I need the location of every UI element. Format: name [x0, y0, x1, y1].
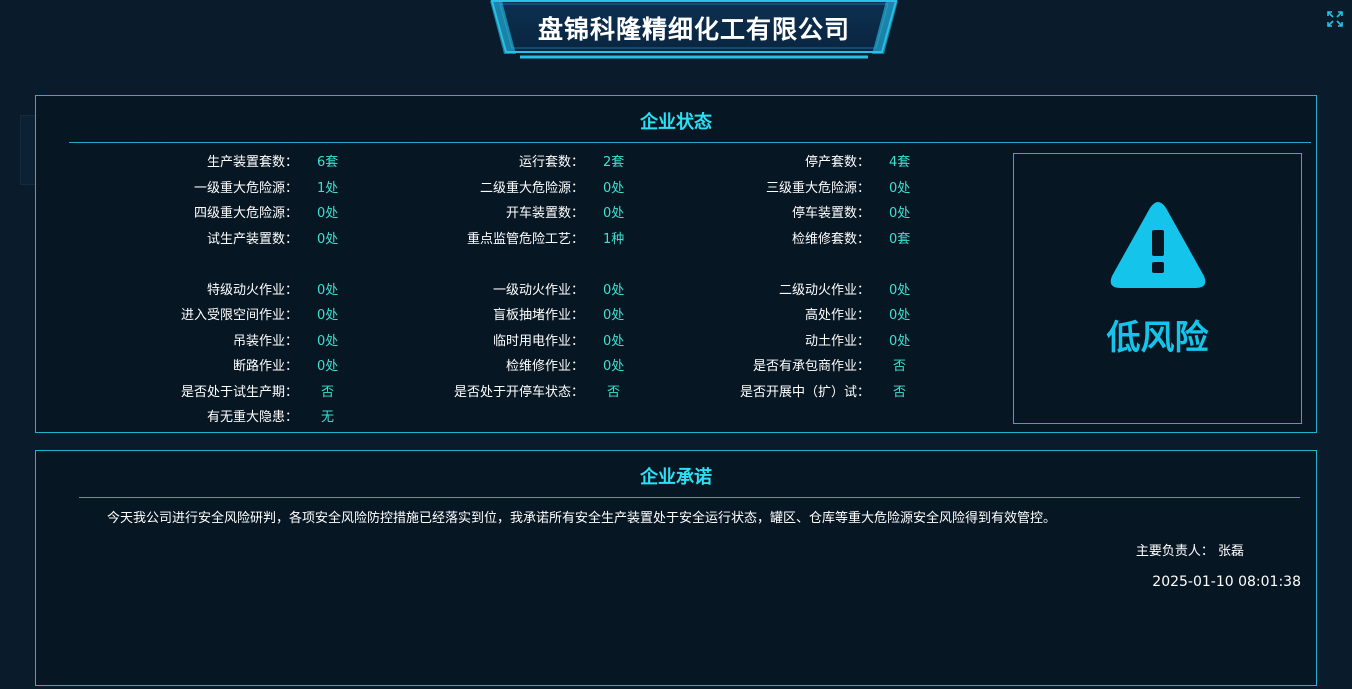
company-title: 盘锦科隆精细化工有限公司: [537, 15, 850, 44]
status-field-label: 开车装置数：: [505, 206, 584, 221]
status-field-value: 0处: [889, 181, 911, 196]
status-field-label: 有无重大隐患：: [206, 410, 298, 425]
promise-panel-title: 企业承诺: [640, 467, 712, 488]
status-field-value: 无: [321, 410, 335, 425]
risk-level-label: 低风险: [1106, 318, 1209, 358]
status-field-label: 运行套数：: [518, 155, 584, 170]
warning-triangle-icon: [1110, 202, 1206, 288]
responsible-person: 主要负责人： 张磊: [1136, 540, 1244, 559]
enterprise-promise-panel: 企业承诺 今天我公司进行安全风险研判，各项安全风险防控措施已经落实到位，我承诺所…: [35, 450, 1317, 686]
status-field-value: 0处: [889, 308, 911, 323]
status-field-value: 0处: [889, 206, 911, 221]
status-field-label: 一级动火作业：: [492, 283, 584, 298]
status-field-value: 否: [893, 359, 907, 374]
status-field-value: 0处: [889, 334, 911, 349]
status-field-label: 重点监管危险工艺：: [466, 232, 584, 247]
promise-statement: 今天我公司进行安全风险研判，各项安全风险防控措施已经落实到位，我承诺所有安全生产…: [107, 511, 1057, 526]
promise-timestamp: 2025-01-10 08:01:38: [1152, 574, 1301, 590]
status-field-label: 二级重大危险源：: [479, 181, 584, 196]
status-field-label: 吊装作业：: [232, 334, 298, 349]
status-field-label: 是否处于开停车状态：: [453, 385, 584, 400]
status-field-value: 0套: [889, 232, 911, 247]
status-field-value: 4套: [889, 155, 911, 170]
status-field-value: 0处: [889, 283, 911, 298]
status-field-label: 是否有承包商作业：: [752, 359, 870, 374]
promise-title-divider: [79, 497, 1300, 498]
status-field-label: 一级重大危险源：: [193, 181, 298, 196]
responsible-person-name: 张磊: [1217, 544, 1244, 559]
responsible-person-label: 主要负责人：: [1135, 544, 1214, 559]
status-field-label: 检维修套数：: [791, 232, 870, 247]
status-field-label: 高处作业：: [804, 308, 870, 323]
status-field-label: 停产套数：: [804, 155, 870, 170]
title-banner: 盘锦科隆精细化工有限公司: [490, 0, 898, 62]
status-field-label: 三级重大危险源：: [765, 181, 870, 196]
status-field-label: 二级动火作业：: [778, 283, 870, 298]
status-title-divider: [69, 142, 1311, 143]
status-field-label: 生产装置套数：: [206, 155, 298, 170]
status-field-label: 停车装置数：: [791, 206, 870, 221]
status-field-value: 否: [893, 385, 907, 400]
expand-icon[interactable]: [1327, 11, 1343, 27]
status-field-label: 盲板抽堵作业：: [492, 308, 584, 323]
status-field-label: 动土作业：: [804, 334, 870, 349]
status-field-label: 临时用电作业：: [492, 334, 584, 349]
status-field-label: 检维修作业：: [505, 359, 584, 374]
status-field-label: 是否开展中（扩）试：: [739, 385, 870, 400]
status-field-label: 特级动火作业：: [206, 283, 298, 298]
status-field-label: 是否处于试生产期：: [180, 385, 298, 400]
enterprise-status-panel: 企业状态 生产装置套数： 6套 运行套数： 2套 停产套数： 4套 一级重大危险源： 1处 二级…: [35, 95, 1317, 433]
status-field-label: 四级重大危险源：: [193, 206, 298, 221]
risk-level-box: 低风险: [1013, 153, 1302, 424]
status-field-label: 断路作业：: [232, 359, 298, 374]
status-panel-title: 企业状态: [640, 112, 712, 133]
status-field-label: 进入受限空间作业：: [180, 308, 298, 323]
status-field-label: 试生产装置数：: [206, 232, 298, 247]
